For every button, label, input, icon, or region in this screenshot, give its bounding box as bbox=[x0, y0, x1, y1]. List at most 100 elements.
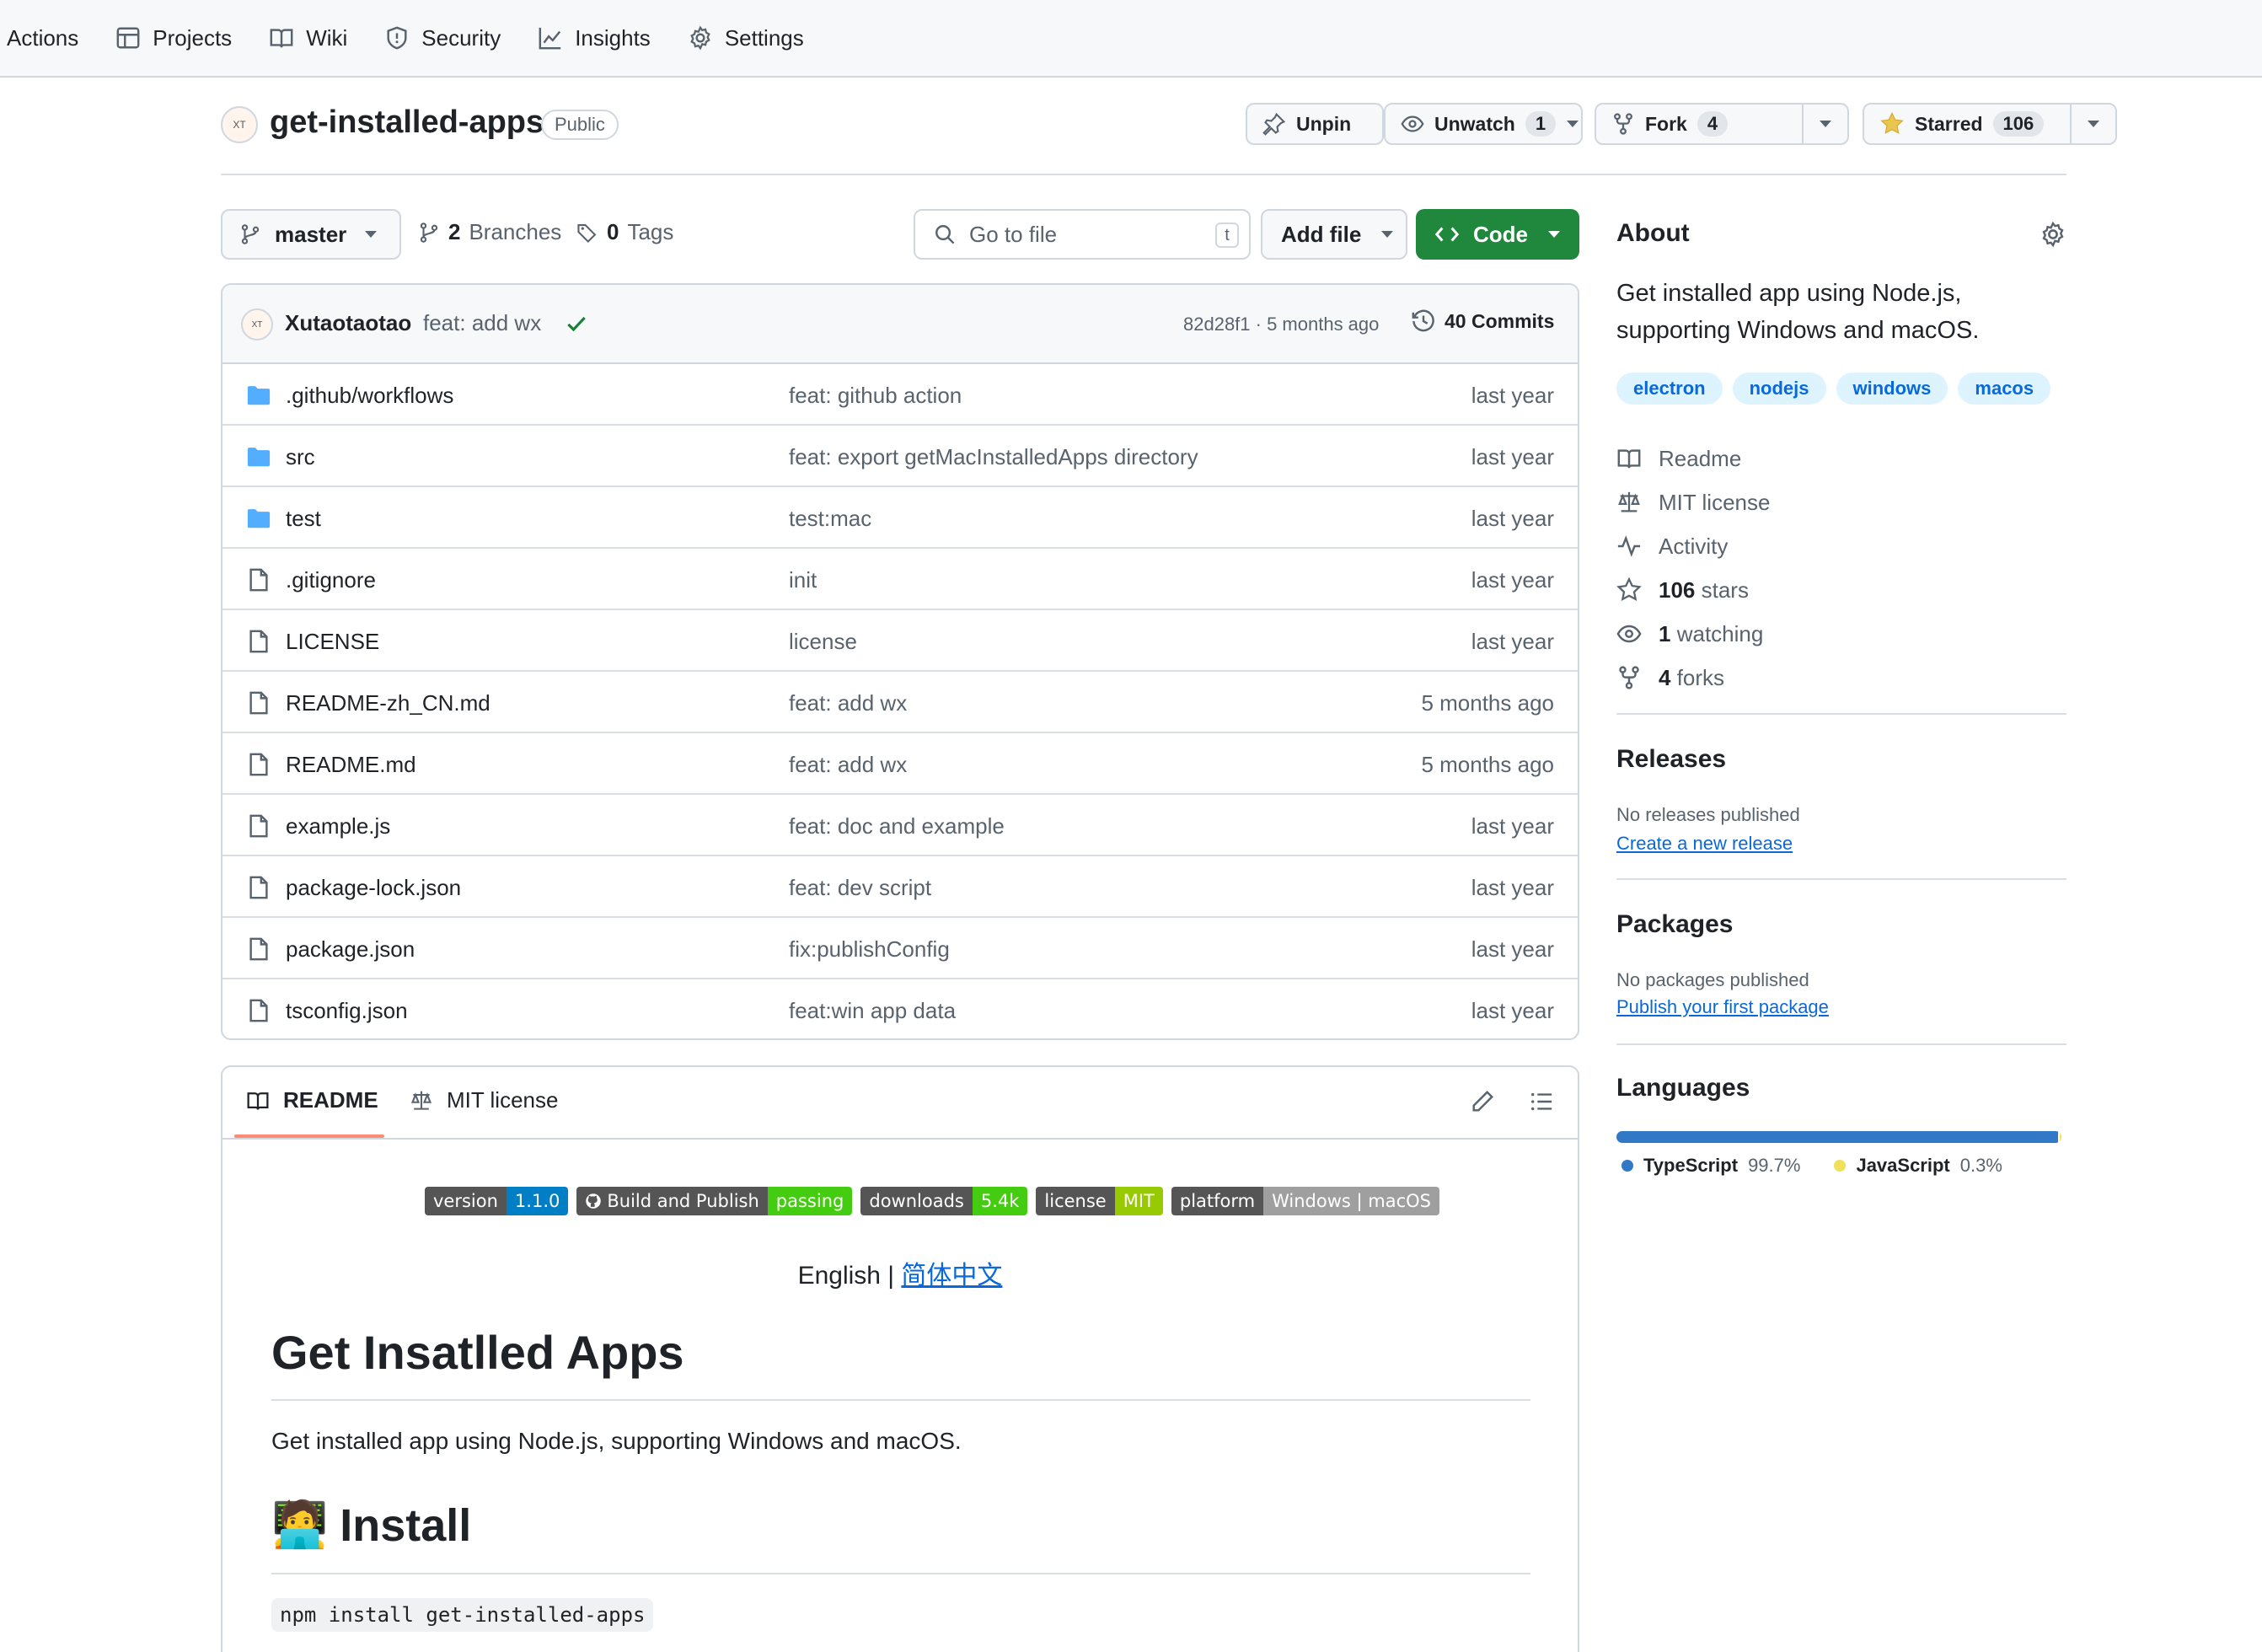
file-name-link[interactable]: .gitignore bbox=[286, 567, 376, 593]
file-name-link[interactable]: package.json bbox=[286, 936, 415, 963]
table-row[interactable]: .gitignore init last year bbox=[222, 549, 1578, 610]
nav-insights[interactable]: Insights bbox=[538, 25, 651, 51]
topic-tag[interactable]: nodejs bbox=[1732, 373, 1826, 405]
file-commit-message[interactable]: test:mac bbox=[789, 506, 871, 532]
tags-link[interactable]: 0 Tags bbox=[576, 219, 673, 245]
fork-button[interactable]: Fork 4 bbox=[1596, 105, 1802, 143]
nav-settings[interactable]: Settings bbox=[688, 25, 804, 51]
status-badge[interactable]: downloads 5.4k bbox=[860, 1187, 1028, 1215]
avatar[interactable]: XT bbox=[241, 308, 273, 341]
file-name-link[interactable]: .github/workflows bbox=[286, 383, 453, 409]
install-heading-text: Install bbox=[340, 1499, 472, 1551]
code-button[interactable]: Code bbox=[1416, 209, 1579, 260]
file-name-link[interactable]: README-zh_CN.md bbox=[286, 690, 490, 716]
file-commit-message[interactable]: feat: dev script bbox=[789, 875, 931, 901]
watch-dropdown[interactable] bbox=[1564, 121, 1581, 127]
table-row[interactable]: example.js feat: doc and example last year bbox=[222, 795, 1578, 856]
file-commit-message[interactable]: feat: github action bbox=[789, 383, 962, 409]
starred-button[interactable]: Starred 106 bbox=[1864, 105, 2070, 143]
status-badge[interactable]: license MIT bbox=[1036, 1187, 1163, 1215]
file-commit-message[interactable]: feat: export getMacInstalledApps directo… bbox=[789, 444, 1198, 470]
badge-value: 5.4k bbox=[972, 1187, 1028, 1215]
commits-link[interactable]: 40 Commits bbox=[1411, 308, 1554, 334]
list-icon[interactable] bbox=[1529, 1089, 1554, 1114]
file-name-link[interactable]: src bbox=[286, 444, 315, 470]
install-command[interactable]: npm install get-installed-apps bbox=[271, 1598, 654, 1632]
nav-security[interactable]: Security bbox=[384, 25, 501, 51]
table-row[interactable]: README-zh_CN.md feat: add wx 5 months ago bbox=[222, 672, 1578, 733]
unpin-button[interactable]: Unpin bbox=[1246, 103, 1384, 145]
tab-readme-label: README bbox=[283, 1087, 378, 1113]
license-link[interactable]: MIT license bbox=[1616, 480, 1770, 524]
publish-package-link[interactable]: Publish your first package bbox=[1616, 996, 1829, 1018]
file-name-link[interactable]: test bbox=[286, 506, 321, 532]
language-list: TypeScript 99.7% JavaScript 0.3% bbox=[1621, 1155, 2002, 1177]
forks-link[interactable]: 4 forks bbox=[1616, 656, 1770, 700]
file-commit-message[interactable]: license bbox=[789, 629, 857, 655]
commit-sha[interactable]: 82d28f1 · 5 months ago bbox=[1183, 314, 1379, 335]
lang-prefix: English | bbox=[797, 1262, 902, 1290]
check-icon[interactable] bbox=[565, 312, 588, 335]
stars-link[interactable]: 106 stars bbox=[1616, 568, 1770, 612]
packages-empty: No packages published bbox=[1616, 969, 1809, 990]
branches-link[interactable]: 2 Branches bbox=[418, 219, 561, 245]
releases-title[interactable]: Releases bbox=[1616, 745, 1726, 774]
status-badge[interactable]: Build and Publish passing bbox=[576, 1187, 853, 1215]
table-row[interactable]: .github/workflows feat: github action last… bbox=[222, 364, 1578, 426]
avatar[interactable]: XT bbox=[221, 106, 258, 143]
shield-icon bbox=[384, 25, 410, 51]
divider bbox=[1616, 878, 2066, 880]
language-item[interactable]: JavaScript 0.3% bbox=[1834, 1155, 2002, 1177]
table-row[interactable]: tsconfig.json feat:win app data last year bbox=[222, 979, 1578, 1038]
file-commit-message[interactable]: feat: doc and example bbox=[789, 813, 1005, 839]
repo-title[interactable]: get-installed-apps bbox=[270, 105, 544, 141]
table-row[interactable]: package.json fix:publishConfig last year bbox=[222, 918, 1578, 979]
branch-selector[interactable]: master bbox=[221, 209, 401, 260]
table-row[interactable]: README.md feat: add wx 5 months ago bbox=[222, 733, 1578, 795]
packages-title[interactable]: Packages bbox=[1616, 910, 1733, 939]
about-title: About bbox=[1616, 219, 1690, 247]
readme-link[interactable]: Readme bbox=[1616, 437, 1770, 480]
table-row[interactable]: LICENSE license last year bbox=[222, 610, 1578, 672]
file-commit-message[interactable]: init bbox=[789, 567, 817, 593]
chinese-readme-link[interactable]: 简体中文 bbox=[901, 1262, 1002, 1290]
file-commit-message[interactable]: fix:publishConfig bbox=[789, 936, 950, 963]
table-row[interactable]: package-lock.json feat: dev script last ye… bbox=[222, 856, 1578, 918]
nav-projects[interactable]: Projects bbox=[115, 25, 232, 51]
create-release-link[interactable]: Create a new release bbox=[1616, 833, 1793, 855]
file-name-link[interactable]: tsconfig.json bbox=[286, 998, 408, 1024]
file-name-link[interactable]: example.js bbox=[286, 813, 390, 839]
watching-link[interactable]: 1 watching bbox=[1616, 612, 1770, 656]
add-file-button[interactable]: Add file bbox=[1261, 209, 1407, 260]
nav-wiki[interactable]: Wiki bbox=[269, 25, 347, 51]
divider bbox=[271, 1399, 1530, 1401]
status-badge[interactable]: version 1.1.0 bbox=[425, 1187, 569, 1215]
forks-count: 4 bbox=[1659, 664, 1671, 690]
tab-readme[interactable]: README bbox=[246, 1087, 378, 1113]
language-item[interactable]: TypeScript 99.7% bbox=[1621, 1155, 1800, 1177]
tab-license[interactable]: MIT license bbox=[410, 1087, 558, 1113]
commit-author[interactable]: Xutaotaotao bbox=[285, 310, 411, 336]
status-badge[interactable]: platform Windows | macOS bbox=[1171, 1187, 1440, 1215]
file-name-link[interactable]: package-lock.json bbox=[286, 875, 461, 901]
file-name-link[interactable]: README.md bbox=[286, 752, 416, 778]
star-dropdown[interactable] bbox=[2070, 105, 2115, 143]
commit-message[interactable]: feat: add wx bbox=[423, 310, 541, 336]
gear-icon[interactable] bbox=[2040, 221, 2066, 248]
file-commit-message[interactable]: feat: add wx bbox=[789, 690, 907, 716]
table-row[interactable]: src feat: export getMacInstalledApps dire… bbox=[222, 426, 1578, 487]
file-name-link[interactable]: LICENSE bbox=[286, 629, 379, 655]
fork-dropdown[interactable] bbox=[1802, 105, 1847, 143]
file-commit-message[interactable]: feat: add wx bbox=[789, 752, 907, 778]
nav-actions[interactable]: Actions bbox=[7, 25, 78, 51]
topic-tag[interactable]: windows bbox=[1836, 373, 1948, 405]
topic-tag[interactable]: electron bbox=[1616, 373, 1723, 405]
file-updated-time: last year bbox=[1471, 936, 1554, 962]
activity-link[interactable]: Activity bbox=[1616, 524, 1770, 568]
topic-tag[interactable]: macos bbox=[1958, 373, 2051, 405]
go-to-file-input[interactable]: Go to file t bbox=[914, 209, 1251, 260]
pencil-icon[interactable] bbox=[1470, 1089, 1495, 1114]
table-row[interactable]: test test:mac last year bbox=[222, 487, 1578, 549]
unwatch-button[interactable]: Unwatch 1 bbox=[1384, 103, 1583, 145]
file-commit-message[interactable]: feat:win app data bbox=[789, 998, 956, 1024]
